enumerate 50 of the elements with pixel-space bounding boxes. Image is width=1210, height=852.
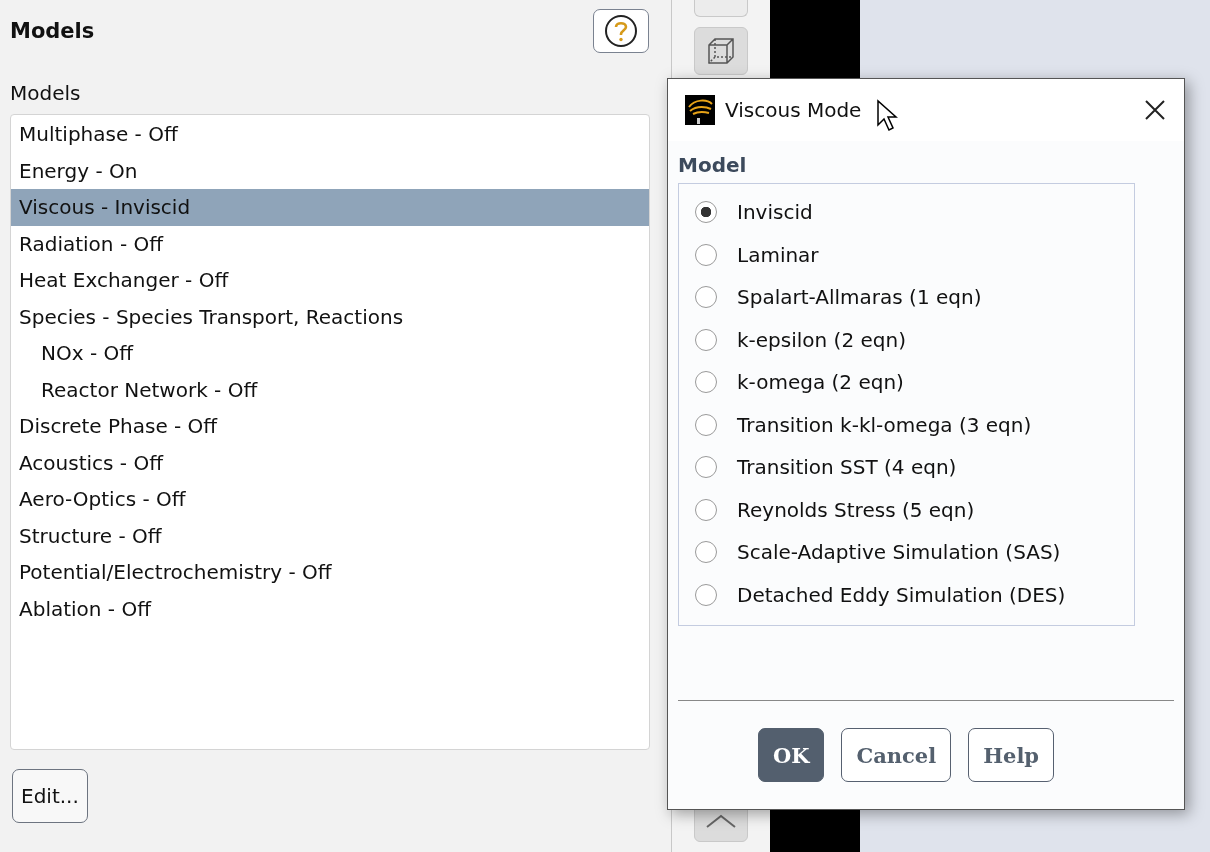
radio-button[interactable] <box>695 498 717 521</box>
list-item[interactable]: Discrete Phase - Off <box>11 408 649 445</box>
list-item[interactable]: NOx - Off <box>11 335 649 372</box>
dialog-title: Viscous Mode <box>725 98 862 122</box>
list-item[interactable]: Species - Species Transport, Reactions <box>11 298 649 335</box>
option-label: Laminar <box>737 242 819 267</box>
ok-button[interactable]: OK <box>757 728 825 782</box>
edit-button[interactable]: Edit... <box>12 769 88 823</box>
list-item[interactable]: Potential/Electrochemistry - Off <box>11 554 649 591</box>
list-item[interactable]: Reactor Network - Off <box>11 371 649 408</box>
option-label: k-omega (2 eqn) <box>737 370 904 395</box>
radio-button[interactable] <box>695 583 717 606</box>
radio-button[interactable] <box>695 286 717 309</box>
list-item[interactable]: Acoustics - Off <box>11 444 649 481</box>
models-list[interactable] <box>10 114 650 750</box>
group-label: Model <box>678 153 748 177</box>
list-label: Models <box>10 81 82 105</box>
radio-button[interactable] <box>695 456 717 479</box>
panel-title: Models <box>10 19 95 43</box>
radio-button[interactable] <box>695 328 717 351</box>
list-item[interactable]: Aero-Optics - Off <box>11 481 649 518</box>
close-button[interactable] <box>1144 99 1166 121</box>
option-label: Transition SST (4 eqn) <box>737 455 957 480</box>
option-label: Reynolds Stress (5 eqn) <box>737 497 975 522</box>
option-label: Inviscid <box>737 200 813 225</box>
help-icon <box>603 13 639 49</box>
radio-button[interactable] <box>695 541 717 564</box>
dialog-button[interactable]: Cancel <box>841 728 952 782</box>
radio-button[interactable] <box>695 243 717 266</box>
list-item[interactable]: Structure - Off <box>11 517 649 554</box>
option-label: Transition k-kl-omega (3 eqn) <box>737 412 1032 437</box>
app-icon <box>685 95 715 125</box>
toolbar-button[interactable] <box>694 27 748 75</box>
help-button[interactable] <box>593 9 649 53</box>
dialog-button[interactable]: Help <box>968 728 1055 782</box>
radio-button[interactable] <box>695 371 717 394</box>
option-label: Spalart-Allmaras (1 eqn) <box>737 285 982 310</box>
option-label: k-epsilon (2 eqn) <box>737 327 906 352</box>
list-item[interactable]: Heat Exchanger - Off <box>11 262 649 299</box>
radio-button[interactable] <box>695 413 717 436</box>
option-label: Scale-Adaptive Simulation (SAS) <box>737 540 1061 565</box>
list-item[interactable]: Multiphase - Off <box>11 116 649 153</box>
list-item[interactable]: Energy - On <box>11 152 649 189</box>
list-item[interactable]: Ablation - Off <box>11 590 649 627</box>
list-item[interactable]: Viscous - Inviscid <box>11 189 649 226</box>
chevron-up-icon <box>704 812 738 830</box>
close-icon <box>1144 99 1166 121</box>
radio-button[interactable] <box>695 201 717 224</box>
list-item[interactable]: Radiation - Off <box>11 225 649 262</box>
option-label: Detached Eddy Simulation (DES) <box>737 582 1066 607</box>
